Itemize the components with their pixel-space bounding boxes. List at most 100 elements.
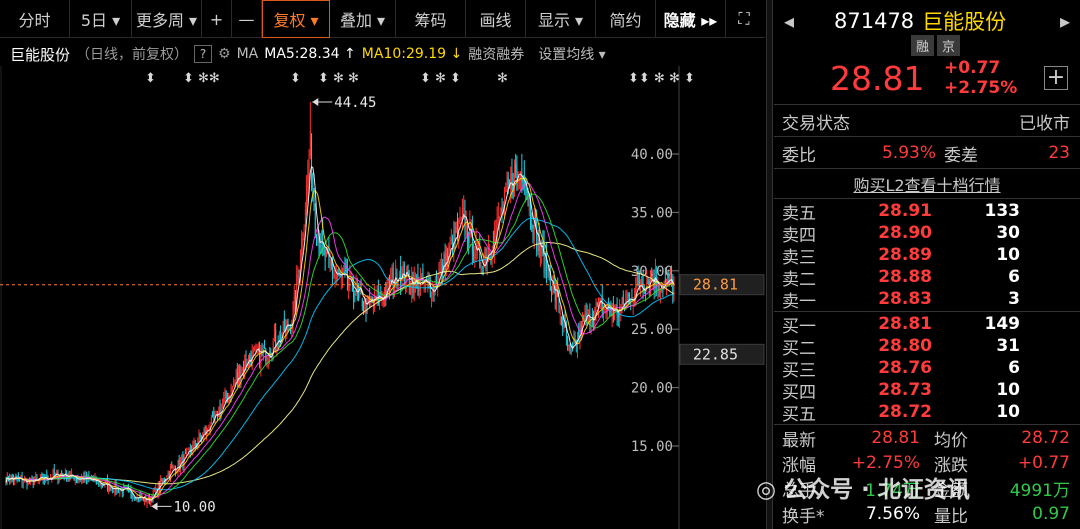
high-arrow-head [312,98,319,107]
latest-value: 28.81 [871,428,920,448]
candle-body [280,334,282,341]
adjust-price-dropdown[interactable]: 复权 ▾ [262,0,330,38]
ask-row-2[interactable]: 卖四 28.90 30 [774,222,1080,246]
panel-divider[interactable] [766,0,773,529]
candle-body [361,298,363,307]
bid-row-1[interactable]: 买一 28.81 149 [774,313,1080,337]
candle-body [547,267,549,271]
turnover-row: 换手* 7.56% 量比 0.97 [774,503,1080,527]
event-mark: ⬍ [290,71,301,86]
candle-body [329,262,331,264]
tab-intraday[interactable]: 分时 [0,0,70,38]
bid-row-4[interactable]: 买四 28.73 10 [774,379,1080,403]
candle-body [276,346,278,349]
y-tick-label: 20.00 [631,381,673,397]
period-5day-dropdown[interactable]: 5日 ▾ [70,0,132,38]
chart-stock-name: 巨能股份 [10,45,71,64]
candle-body [257,346,259,348]
event-mark: ⬍ [145,71,156,86]
candle-body [392,268,394,290]
simple-mode-button[interactable]: 简约 [596,0,656,38]
candle-body [323,247,325,249]
chart-toolbar: 分时 5日 ▾ 更多周 ▾ + — 复权 ▾ 叠加 ▾ 筹码 画线 显示 ▾ 简… [0,0,765,38]
candle-body [470,226,472,229]
next-stock-icon[interactable]: ▸ [1050,9,1080,33]
candle-body [181,456,183,463]
candle-body [262,349,264,357]
candle-body [560,316,562,322]
stock-code: 871478 [834,9,915,33]
candle-body [99,482,101,487]
candle-body [528,197,530,212]
candle-body [293,296,295,312]
ask-row-4[interactable]: 卖二 28.88 6 [774,266,1080,290]
ma10-value: MA10:29.19 ↓ [361,46,463,62]
hs-label: 换手* [782,506,825,527]
fullscreen-icon[interactable]: ⛶ [726,0,762,38]
candle-body [132,496,134,500]
margin-trading-button[interactable]: 融资融券 [468,44,524,64]
event-mark: ⬍⬍ ✻ ✻ ⬍ [628,71,695,86]
display-dropdown[interactable]: 显示 ▾ [526,0,596,38]
overlay-dropdown[interactable]: 叠加 ▾ [330,0,396,38]
candle-body [335,275,337,279]
bid-row-3[interactable]: 买三 28.76 6 [774,357,1080,381]
candle-body [295,291,296,304]
bid-volume: 31 [996,336,1020,356]
weibi-value: 5.93% [881,143,936,163]
candle-body [264,344,265,346]
ma-setting-dropdown[interactable]: 设置均线 ▾ [538,44,605,64]
candle-body [306,184,308,207]
candle-body [586,312,588,315]
candle-body [187,449,189,451]
price-change-pct: +2.75% [944,78,1018,98]
bid-price: 28.81 [878,314,932,334]
candle-body [55,473,56,475]
bid-row-2[interactable]: 买二 28.80 31 [774,335,1080,359]
candle-body [421,274,423,278]
price-tag-label: 22.85 [693,345,738,363]
candle-body [492,243,494,247]
buy-l2-link[interactable]: 购买L2查看十档行情 [853,172,1000,196]
candle-body [541,242,543,253]
zoom-out-button[interactable]: — [232,0,262,38]
draw-line-button[interactable]: 画线 [466,0,526,38]
event-mark: ⬍ ✻ ⬍ [420,71,461,86]
candle-body [239,366,241,382]
candle-body [212,414,214,416]
trade-status-row: 交易状态 已收市 [774,108,1080,134]
y-tick-label: 25.00 [631,322,673,338]
help-icon[interactable]: ? [194,45,213,63]
ask-row-5[interactable]: 卖一 28.83 3 [774,288,1080,312]
candle-body [578,330,580,338]
more-period-dropdown[interactable]: 更多周 ▾ [132,0,202,38]
candle-body [236,371,238,381]
ma120-line [5,242,675,485]
candle-body [588,310,590,315]
ask-row-3[interactable]: 卖三 28.89 10 [774,244,1080,268]
divider-line [774,136,1080,137]
prev-stock-icon[interactable]: ◂ [774,9,804,33]
ask-volume: 6 [1008,267,1020,287]
candle-body [511,170,513,192]
chip-distribution-button[interactable]: 筹码 [396,0,466,38]
candle-body [673,284,675,299]
candle-body [224,394,226,398]
gear-icon[interactable]: ⚙ [218,46,231,62]
candlestick-chart[interactable]: 40.0035.0030.0025.0020.0015.0028.8122.85… [0,66,765,529]
candle-body [22,482,24,485]
candle-body [479,245,481,268]
exchange-badge: 京 [937,34,961,56]
bid-row-5[interactable]: 买五 28.72 10 [774,401,1080,425]
candle-body [254,348,256,351]
add-watchlist-icon[interactable]: + [1044,66,1068,90]
hide-panel-button[interactable]: 隐藏 ▸▸ [656,0,726,38]
candle-body [410,288,411,291]
bid-price: 28.80 [878,336,932,356]
stock-badges: 融 京 [774,34,1080,56]
candle-body [172,467,174,470]
price-tag-label: 28.81 [693,276,738,294]
candle-body [337,275,338,278]
ask-row-1[interactable]: 卖五 28.91 133 [774,200,1080,224]
zoom-in-button[interactable]: + [202,0,232,38]
